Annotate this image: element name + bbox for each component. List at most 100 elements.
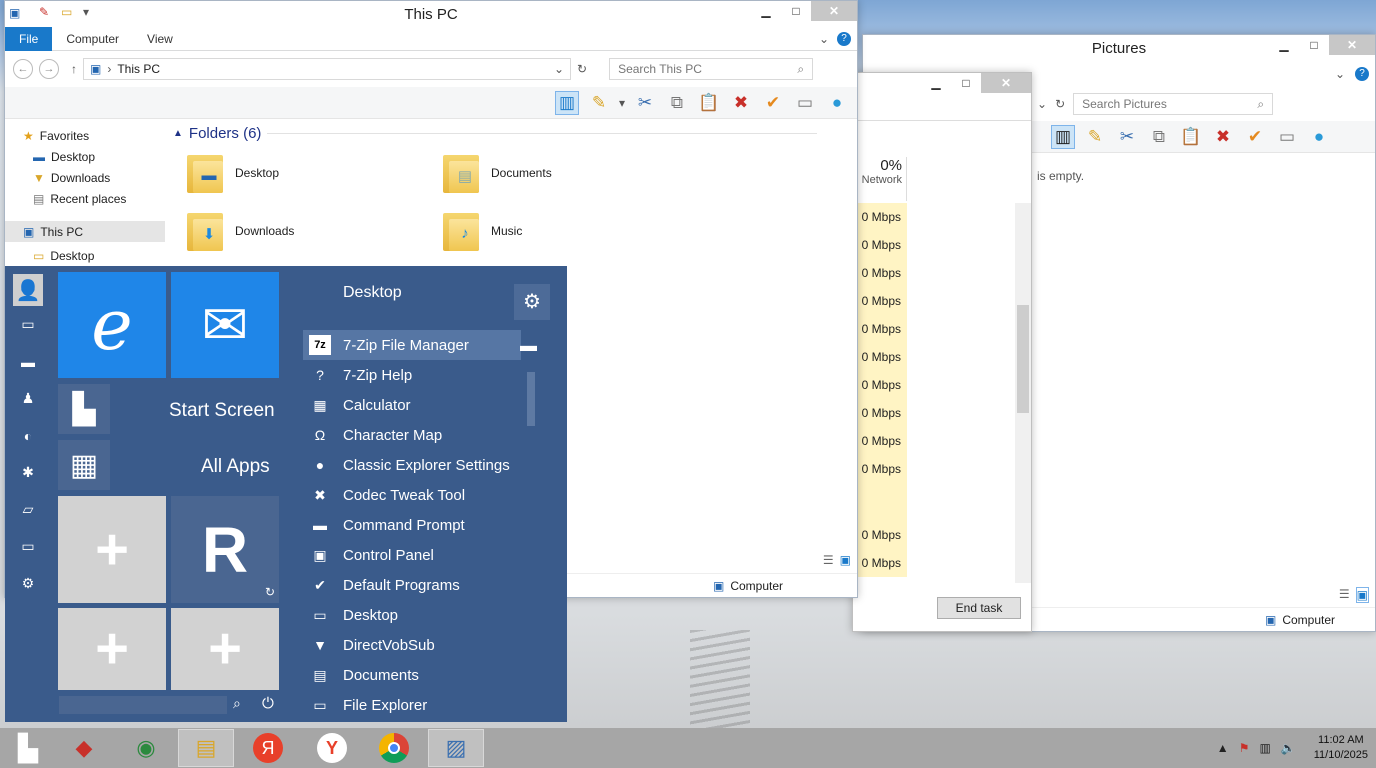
- cut-icon[interactable]: ✂: [633, 91, 657, 115]
- folder-downloads[interactable]: ⬇ Downloads: [173, 208, 429, 254]
- delete-icon[interactable]: ✖: [729, 91, 753, 115]
- large-icons-view-icon[interactable]: ▣: [840, 553, 851, 567]
- control-panel-icon[interactable]: ✱: [5, 454, 51, 491]
- nav-this-pc-desktop[interactable]: ▭ Desktop: [5, 245, 165, 266]
- display-icon[interactable]: ▭: [5, 528, 51, 565]
- taskbar-task-manager[interactable]: ▨: [428, 729, 484, 767]
- properties-icon[interactable]: ✎: [587, 91, 611, 115]
- large-icons-view-icon[interactable]: ▣: [1355, 587, 1369, 603]
- app-list-item[interactable]: ✔ Default Programs: [303, 570, 521, 600]
- tab-file[interactable]: File: [5, 26, 53, 51]
- tab-view[interactable]: View: [133, 27, 187, 51]
- maximize-button[interactable]: □: [951, 73, 981, 93]
- help-icon[interactable]: ?: [1355, 67, 1369, 81]
- app-list-item[interactable]: ▼ DirectVobSub: [303, 630, 521, 660]
- breadcrumb-chevron-icon[interactable]: ›: [107, 62, 111, 76]
- minimize-button[interactable]: ▁: [1269, 35, 1299, 55]
- taskbar-file-explorer[interactable]: ▤: [178, 729, 234, 767]
- minimize-button[interactable]: ▁: [921, 73, 951, 93]
- computer-icon[interactable]: ▭: [5, 306, 51, 343]
- settings-icon[interactable]: ●: [1307, 125, 1331, 149]
- taskbar-yandex-browser[interactable]: Y: [304, 729, 360, 767]
- apps-header[interactable]: Desktop: [343, 284, 402, 302]
- mail-tile[interactable]: ✉: [171, 272, 279, 378]
- taskbar-chrome[interactable]: [366, 729, 422, 767]
- app-list-item[interactable]: ▣ Control Panel: [303, 540, 521, 570]
- forward-button[interactable]: →: [39, 59, 59, 79]
- all-apps-tile[interactable]: ▦: [58, 440, 110, 490]
- start-search-input[interactable]: [59, 696, 227, 714]
- help-icon[interactable]: ?: [837, 31, 851, 46]
- app-tile-r[interactable]: R ↻: [171, 496, 279, 603]
- app-list-item[interactable]: ▤ Documents: [303, 660, 521, 690]
- app-list-item[interactable]: Ω Character Map: [303, 420, 521, 450]
- app-list-item[interactable]: ▦ Calculator: [303, 390, 521, 420]
- task-manager-window[interactable]: ▁ □ ✕ 0% Network 0 Mbps 0 Mbps 0 Mbps 0 Mbp…: [852, 72, 1032, 632]
- power-icon[interactable]: ⏻: [262, 695, 274, 712]
- performance-icon[interactable]: ▱: [5, 491, 51, 528]
- nav-this-pc[interactable]: ▣ This PC: [5, 221, 165, 242]
- start-screen-tile[interactable]: ▙: [58, 384, 110, 434]
- pictures-search-input[interactable]: Search Pictures ⌕: [1073, 93, 1274, 115]
- address-dropdown-icon[interactable]: ⌄: [554, 62, 564, 76]
- view-icon[interactable]: ▭: [1275, 125, 1299, 149]
- paste-icon[interactable]: 📋: [697, 91, 721, 115]
- taskbar-yandex[interactable]: Я: [240, 729, 296, 767]
- app-list-item[interactable]: ▬ Command Prompt: [303, 510, 521, 540]
- settings-icon[interactable]: ●: [825, 91, 849, 115]
- folder-icon[interactable]: ▬: [5, 343, 51, 380]
- rename-icon[interactable]: ✔: [1243, 125, 1267, 149]
- app-list-scrollbar[interactable]: [527, 372, 535, 426]
- delete-icon[interactable]: ✖: [1211, 125, 1235, 149]
- cut-icon[interactable]: ✂: [1115, 125, 1139, 149]
- app-list-item[interactable]: ✖ Codec Tweak Tool: [303, 480, 521, 510]
- ribbon-collapse-icon[interactable]: ⌄: [1335, 67, 1345, 81]
- refresh-icon[interactable]: ↻: [577, 62, 587, 76]
- pin-tile-2[interactable]: +: [58, 608, 166, 690]
- folders-group-header[interactable]: ▲ Folders (6): [173, 125, 857, 142]
- app-list-item[interactable]: ? 7-Zip Help: [303, 360, 521, 390]
- flag-icon[interactable]: ⚑: [1239, 741, 1250, 755]
- tab-computer[interactable]: Computer: [52, 27, 133, 51]
- app-list-item[interactable]: ▭ Desktop: [303, 600, 521, 630]
- open-folder-icon[interactable]: ▬: [520, 336, 537, 356]
- scroll-thumb[interactable]: [1017, 305, 1029, 413]
- nav-favorites[interactable]: ★ Favorites: [5, 125, 165, 146]
- network-tray-icon[interactable]: ▥: [1259, 741, 1270, 755]
- taskmgr-scrollbar[interactable]: [1015, 203, 1031, 583]
- app-list-item[interactable]: ▭ File Explorer: [303, 690, 521, 720]
- start-button[interactable]: ▙: [4, 729, 52, 767]
- close-button[interactable]: ✕: [981, 73, 1031, 93]
- start-settings-gear-icon[interactable]: ⚙: [514, 284, 550, 320]
- copy-icon[interactable]: ⧉: [1147, 125, 1171, 149]
- folder-music[interactable]: ♪ Music: [429, 208, 685, 254]
- paste-icon[interactable]: 📋: [1179, 125, 1203, 149]
- settings-gear-icon[interactable]: ⚙: [5, 565, 51, 602]
- clock[interactable]: 11:02 AM 11/10/2025: [1314, 733, 1368, 763]
- dropdown-icon[interactable]: ▾: [619, 96, 625, 110]
- details-view-icon[interactable]: ☰: [1339, 587, 1350, 603]
- ribbon-collapse-icon[interactable]: ⌄: [819, 32, 829, 46]
- end-task-button[interactable]: End task: [937, 597, 1021, 619]
- collapse-triangle-icon[interactable]: ▲: [173, 128, 183, 139]
- minimize-button[interactable]: ▁: [751, 1, 781, 21]
- details-view-icon[interactable]: ☰: [823, 553, 834, 567]
- preview-pane-icon[interactable]: ▥: [554, 90, 579, 115]
- pin-tile-3[interactable]: +: [171, 608, 279, 690]
- search-icon[interactable]: ⌕: [233, 695, 241, 712]
- thispc-titlebar[interactable]: ▣ ✎ ▭ ▾ This PC ▁ □ ✕: [5, 1, 857, 27]
- internet-explorer-tile[interactable]: e: [58, 272, 166, 378]
- all-apps-label[interactable]: All Apps: [201, 456, 270, 478]
- address-dropdown-icon[interactable]: ⌄: [1037, 97, 1047, 111]
- copy-icon[interactable]: ⧉: [665, 91, 689, 115]
- close-button[interactable]: ✕: [1329, 35, 1375, 55]
- nav-recent-places[interactable]: ▤ Recent places: [5, 188, 165, 209]
- folder-desktop[interactable]: ▬ Desktop: [173, 150, 429, 196]
- pictures-titlebar[interactable]: Pictures ▁ □ ✕: [863, 35, 1375, 61]
- nav-desktop[interactable]: ▬ Desktop: [5, 146, 165, 167]
- view-icon[interactable]: ▭: [793, 91, 817, 115]
- search-input[interactable]: Search This PC ⌕: [609, 58, 814, 80]
- pin-tile-1[interactable]: +: [58, 496, 166, 603]
- taskbar-app-2[interactable]: ◉: [118, 729, 174, 767]
- network-icon[interactable]: ◐: [5, 417, 51, 454]
